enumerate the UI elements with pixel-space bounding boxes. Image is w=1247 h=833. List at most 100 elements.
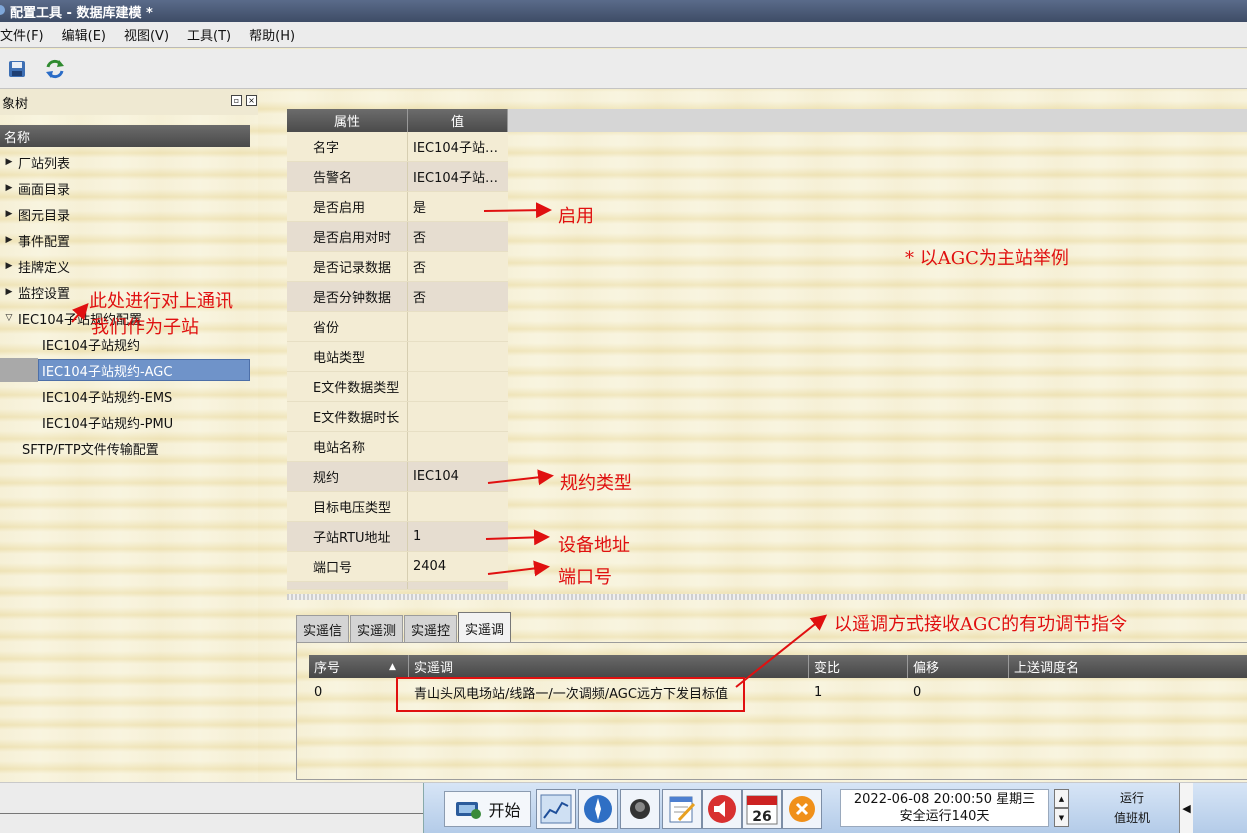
save-button[interactable] bbox=[6, 58, 28, 80]
cell-dispatch-name[interactable] bbox=[1009, 678, 1247, 706]
property-value-header[interactable]: 值 bbox=[408, 109, 508, 132]
collapse-taskbar-button[interactable]: ◀ bbox=[1179, 783, 1193, 833]
tab-real-telesignal[interactable]: 实遥信 bbox=[296, 615, 350, 643]
property-row-minute-data[interactable]: 是否分钟数据否 bbox=[287, 282, 508, 312]
col-header-index[interactable]: 序号 ▲ bbox=[309, 655, 409, 678]
tab-real-teleadjust[interactable]: 实遥调 bbox=[458, 612, 512, 643]
collapse-arrow-icon[interactable]: ▽ bbox=[0, 313, 18, 323]
property-value[interactable]: IEC104 bbox=[408, 462, 508, 491]
close-app-button[interactable] bbox=[782, 789, 822, 829]
start-button[interactable]: 开始 bbox=[444, 791, 531, 827]
property-row-station-type[interactable]: 电站类型 bbox=[287, 342, 508, 372]
property-value[interactable] bbox=[408, 372, 508, 401]
property-key: 是否分钟数据 bbox=[287, 282, 408, 311]
cell-offset[interactable]: 0 bbox=[908, 678, 1009, 706]
col-header-label: 实遥调 bbox=[414, 661, 454, 676]
property-value[interactable]: IEC104子站… bbox=[408, 162, 508, 191]
scroll-up-icon[interactable]: ▲ bbox=[1054, 789, 1069, 808]
property-row-rtu-address[interactable]: 子站RTU地址 1 bbox=[287, 522, 508, 552]
chart-button[interactable] bbox=[536, 789, 576, 829]
property-value[interactable] bbox=[408, 492, 508, 521]
tree-item-screen-catalog[interactable]: ▶ 画面目录 bbox=[0, 176, 250, 200]
menu-edit[interactable]: 编辑(E) bbox=[62, 23, 106, 46]
tab-real-telecontrol[interactable]: 实遥控 bbox=[404, 615, 458, 643]
property-row-efile-type[interactable]: E文件数据类型 bbox=[287, 372, 508, 402]
property-value[interactable]: 否 bbox=[408, 282, 508, 311]
tree-item-label: IEC104子站规约-EMS bbox=[42, 390, 173, 406]
property-row-efile-duration[interactable]: E文件数据时长 bbox=[287, 402, 508, 432]
record-button[interactable] bbox=[620, 789, 660, 829]
property-row-name[interactable]: 名字 IEC104子站… bbox=[287, 132, 508, 162]
close-panel-icon[interactable]: × bbox=[246, 95, 257, 106]
tree-item-event-config[interactable]: ▶ 事件配置 bbox=[0, 228, 250, 252]
property-row-target-voltage[interactable]: 目标电压类型 bbox=[287, 492, 508, 522]
cell-ratio[interactable]: 1 bbox=[809, 678, 908, 706]
menu-help[interactable]: 帮助(H) bbox=[249, 23, 295, 46]
col-header-label: 变比 bbox=[814, 661, 841, 676]
property-key: 是否启用 bbox=[287, 192, 408, 221]
property-value[interactable] bbox=[408, 402, 508, 431]
property-row-alarm-name[interactable]: 告警名 IEC104子站… bbox=[287, 162, 508, 192]
tree-item-symbol-catalog[interactable]: ▶ 图元目录 bbox=[0, 202, 250, 226]
cell-index: 0 bbox=[314, 684, 323, 700]
tree-item-iec104-agc[interactable]: IEC104子站规约-AGC bbox=[38, 358, 250, 382]
property-key: 规约 bbox=[287, 462, 408, 491]
tree-item-sftp-config[interactable]: SFTP/FTP文件传输配置 bbox=[0, 436, 250, 460]
property-key-header[interactable]: 属性 bbox=[287, 109, 408, 132]
record-icon bbox=[630, 799, 650, 819]
col-header-offset[interactable]: 偏移 bbox=[908, 655, 1009, 678]
restore-icon[interactable]: ▫ bbox=[231, 95, 242, 106]
pane-splitter[interactable] bbox=[287, 594, 1247, 600]
tree-item-label: 事件配置 bbox=[18, 234, 71, 250]
notepad-button[interactable] bbox=[662, 789, 702, 829]
property-row-station-name[interactable]: 电站名称 bbox=[287, 432, 508, 462]
property-value[interactable]: 否 bbox=[408, 252, 508, 281]
property-value[interactable]: 否 bbox=[408, 222, 508, 251]
taskbar: 开始 26 2022-06-08 20:00:50 星期三 安全运行140天 ▲… bbox=[0, 782, 1247, 833]
scroll-down-icon[interactable]: ▼ bbox=[1054, 808, 1069, 827]
tree-item-tag-definition[interactable]: ▶ 挂牌定义 bbox=[0, 254, 250, 278]
tree-item-label: 图元目录 bbox=[18, 208, 71, 224]
expand-arrow-icon[interactable]: ▶ bbox=[0, 157, 18, 167]
property-value[interactable] bbox=[408, 432, 508, 461]
property-row-enabled[interactable]: 是否启用是 bbox=[287, 192, 508, 222]
col-header-label: 序号 bbox=[314, 661, 341, 676]
col-header-dispatch-name[interactable]: 上送调度名 bbox=[1009, 655, 1247, 678]
property-value[interactable]: 1 bbox=[408, 522, 508, 551]
property-value[interactable]: IEC104子站… bbox=[408, 132, 508, 161]
menu-view[interactable]: 视图(V) bbox=[124, 23, 169, 46]
expand-arrow-icon[interactable]: ▶ bbox=[0, 235, 18, 245]
refresh-button[interactable] bbox=[44, 58, 66, 80]
property-key: 省份 bbox=[287, 312, 408, 341]
compass-button[interactable] bbox=[578, 789, 618, 829]
property-value[interactable] bbox=[408, 312, 508, 341]
highlight-box bbox=[396, 677, 745, 712]
speaker-button[interactable] bbox=[702, 789, 742, 829]
property-row-record-data[interactable]: 是否记录数据否 bbox=[287, 252, 508, 282]
expand-arrow-icon[interactable]: ▶ bbox=[0, 287, 18, 297]
property-value[interactable]: 是 bbox=[408, 192, 508, 221]
property-row-province[interactable]: 省份 bbox=[287, 312, 508, 342]
selection-stub bbox=[0, 358, 38, 382]
property-row-protocol[interactable]: 规约 IEC104 bbox=[287, 462, 508, 492]
scroll-stepper[interactable]: ▲ ▼ bbox=[1054, 789, 1069, 827]
expand-arrow-icon[interactable]: ▶ bbox=[0, 261, 18, 271]
expand-arrow-icon[interactable]: ▶ bbox=[0, 183, 18, 193]
menu-file[interactable]: 文件(F) bbox=[0, 23, 44, 46]
tree-item-iec104-ems[interactable]: IEC104子站规约-EMS bbox=[0, 384, 250, 408]
compass-icon bbox=[584, 795, 612, 823]
calendar-button[interactable]: 26 bbox=[742, 789, 782, 829]
property-value[interactable] bbox=[408, 342, 508, 371]
menu-tools[interactable]: 工具(T) bbox=[187, 23, 231, 46]
tab-real-telemetry[interactable]: 实遥测 bbox=[350, 615, 404, 643]
property-value[interactable]: 2404 bbox=[408, 552, 508, 581]
property-row-port[interactable]: 端口号 2404 bbox=[287, 552, 508, 582]
property-row-time-sync[interactable]: 是否启用对时否 bbox=[287, 222, 508, 252]
property-key: 告警名 bbox=[287, 162, 408, 191]
col-header-teleadjust[interactable]: 实遥调 bbox=[409, 655, 809, 678]
tree-item-iec104-pmu[interactable]: IEC104子站规约-PMU bbox=[0, 410, 250, 434]
datetime-text: 2022-06-08 20:00:50 星期三 bbox=[853, 792, 1036, 807]
col-header-ratio[interactable]: 变比 bbox=[809, 655, 908, 678]
tree-item-station-list[interactable]: ▶ 厂站列表 bbox=[0, 150, 250, 174]
expand-arrow-icon[interactable]: ▶ bbox=[0, 209, 18, 219]
